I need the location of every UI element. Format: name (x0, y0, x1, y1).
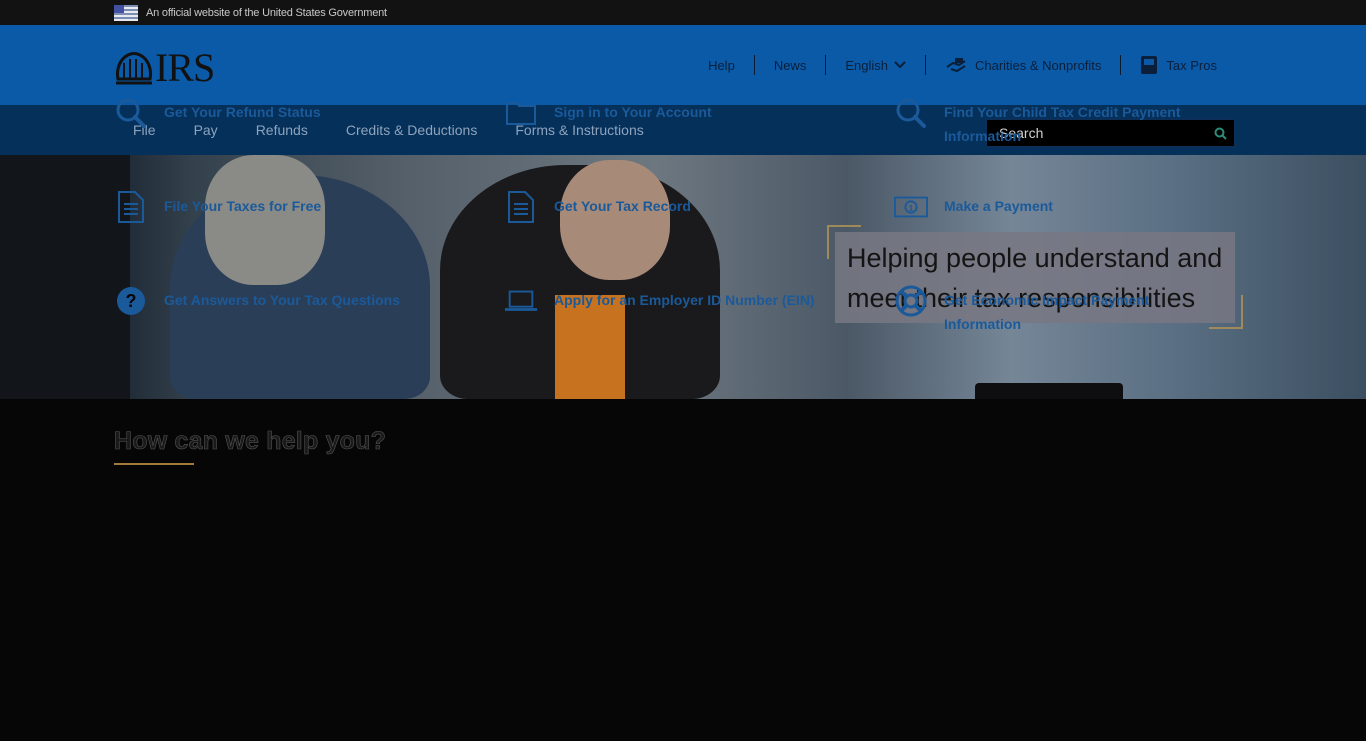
help-section: How can we help you? (0, 399, 1366, 465)
util-news-label: News (773, 57, 807, 73)
chevron-down-icon (894, 61, 906, 69)
tile-file-free[interactable]: File Your Taxes for Free (114, 190, 321, 224)
svg-text:1: 1 (909, 203, 914, 213)
svg-text:?: ? (126, 291, 137, 311)
gov-banner-text: An official website of the United States… (146, 6, 387, 19)
hero-headline-line1: Helping people understand and (847, 243, 1223, 273)
charities-icon (946, 58, 966, 73)
question-icon: ? (117, 287, 145, 315)
util-help-label: Help (708, 57, 735, 73)
tile-label: Make a Payment (944, 198, 1053, 214)
tile-label: Sign in to Your Account (554, 104, 712, 120)
utility-nav: Help News English Charities & Nonprofits… (689, 25, 1236, 105)
tile-apply-ein[interactable]: Apply for an Employer ID Number (EIN) (504, 284, 815, 318)
dollar-bill-icon: 1 (894, 196, 928, 218)
search-icon (896, 98, 926, 128)
tile-make-payment[interactable]: 1 Make a Payment (894, 190, 1053, 224)
help-title: How can we help you? (114, 427, 387, 456)
irs-logo[interactable]: IRS (114, 45, 215, 90)
tile-label: File Your Taxes for Free (164, 198, 322, 214)
util-charities-link[interactable]: Charities & Nonprofits (924, 55, 1120, 75)
search-icon (116, 98, 146, 128)
tile-label: Find Your Child Tax Credit Payment Infor… (944, 104, 1181, 144)
tile-search-icon-wrap (894, 96, 928, 130)
util-help-link[interactable]: Help (689, 55, 754, 75)
language-selector[interactable]: English (825, 55, 925, 75)
life-ring-icon (895, 285, 927, 317)
document-icon (508, 191, 534, 223)
tile-label: Apply for an Employer ID Number (EIN) (554, 292, 815, 308)
us-flag-icon (114, 4, 138, 21)
tile-economic-impact[interactable]: Get Economic Impact Payment Information (894, 284, 1194, 336)
tax-pros-icon (1141, 56, 1158, 74)
site-header: IRS Help News English Charities & Nonpro… (0, 25, 1366, 105)
util-charities-label: Charities & Nonprofits (974, 57, 1102, 73)
tile-document-icon-wrap (114, 190, 148, 224)
tile-laptop-icon-wrap (504, 284, 538, 318)
tile-label: Get Economic Impact Payment Information (944, 292, 1150, 332)
nav-credits-deductions[interactable]: Credits & Deductions (327, 122, 497, 138)
tile-tax-record[interactable]: Get Your Tax Record (504, 190, 691, 224)
irs-eagle-seal-icon (116, 52, 152, 85)
tile-dollar-icon-wrap: 1 (894, 190, 928, 224)
tile-label: Get Your Refund Status (164, 104, 321, 120)
tile-document-icon-wrap (504, 190, 538, 224)
tile-search-icon-wrap (114, 96, 148, 130)
tile-sign-in[interactable]: Sign in to Your Account (504, 96, 712, 130)
logo-text: IRS (155, 45, 215, 90)
help-title-underline (114, 463, 194, 465)
tile-label: Get Your Tax Record (554, 198, 691, 214)
util-news-link[interactable]: News (753, 55, 826, 75)
tile-child-tax-credit[interactable]: Find Your Child Tax Credit Payment Infor… (894, 96, 1214, 148)
util-taxpros-link[interactable]: Tax Pros (1120, 55, 1236, 75)
hero-photo-laptop (975, 383, 1123, 399)
util-taxpros-label: Tax Pros (1166, 57, 1217, 73)
tile-lifering-icon-wrap (894, 284, 928, 318)
gov-banner: An official website of the United States… (0, 0, 1366, 25)
laptop-icon (504, 290, 538, 311)
document-icon (118, 191, 144, 223)
hero-photo-dark-left (0, 155, 130, 399)
folder-icon (506, 102, 536, 125)
language-label: English (845, 57, 888, 73)
tile-question-icon-wrap: ? (114, 284, 148, 318)
tile-tax-questions[interactable]: ? Get Answers to Your Tax Questions (114, 284, 400, 318)
tile-label: Get Answers to Your Tax Questions (164, 292, 400, 308)
search-icon (1214, 127, 1227, 140)
tile-folder-icon-wrap (504, 96, 538, 130)
tile-refund-status[interactable]: Get Your Refund Status (114, 96, 321, 130)
